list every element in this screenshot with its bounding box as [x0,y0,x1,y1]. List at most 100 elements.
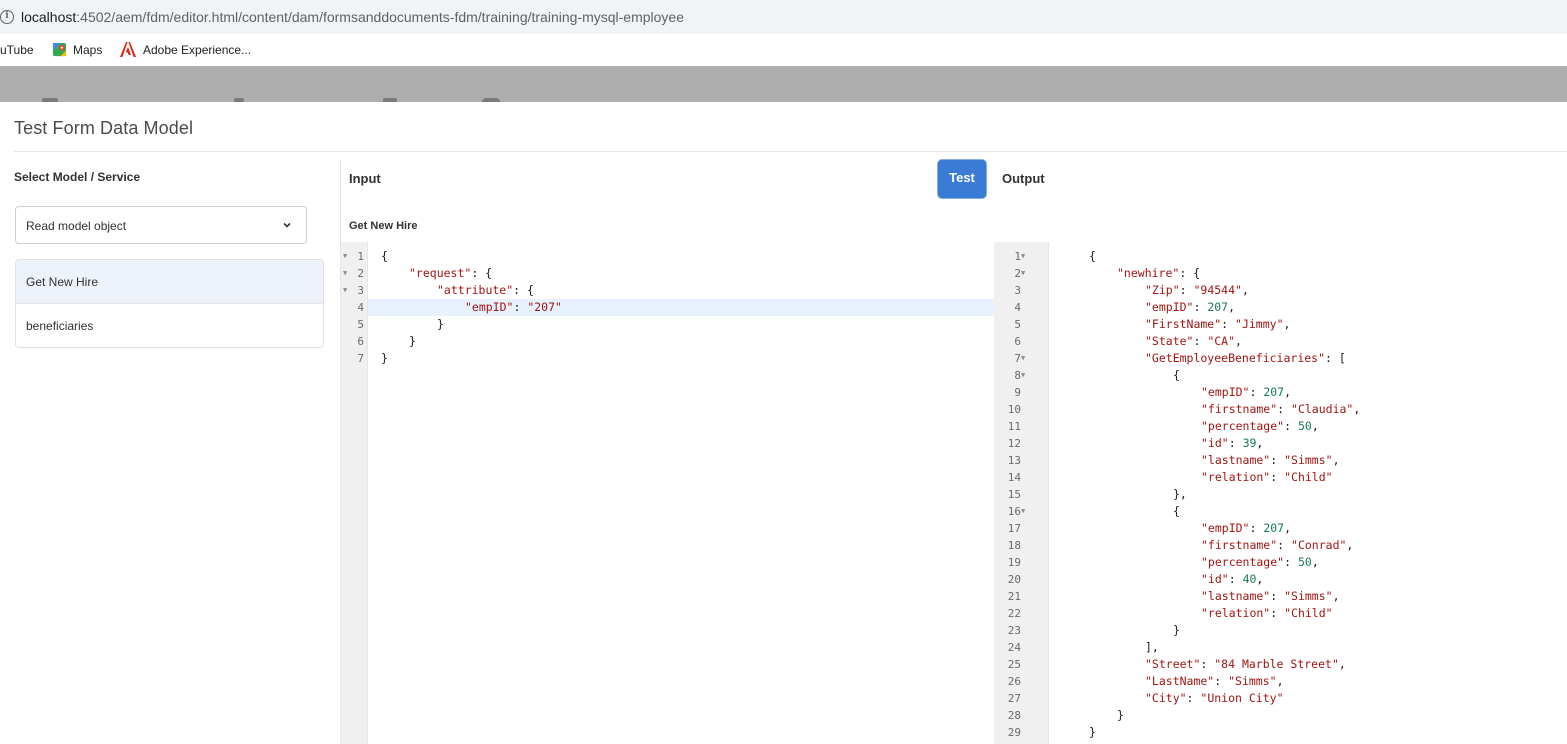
test-form-data-model-dialog: Test Form Data Model Select Model / Serv… [0,102,1567,744]
code-line: 6} [341,333,994,350]
json-string: "Child" [1284,470,1333,484]
select-value: Read model object [26,219,127,233]
code-line: 25 "Street": "84 Marble Street", [994,656,1567,673]
code-text: } [381,316,444,333]
line-number: 26 [1007,675,1021,688]
code-text: "id": 39, [1089,435,1263,452]
code-text: "firstname": "Claudia", [1089,401,1360,418]
line-number: 9 [1014,386,1021,399]
fold-arrow-icon[interactable]: ▼ [1021,503,1025,520]
adobe-icon [120,42,136,57]
json-key: "attribute" [437,283,514,297]
json-punctuation: , [1228,300,1236,314]
code-text: "empID": 207, [1089,384,1291,401]
code-line: 28} [994,707,1567,724]
json-punctuation: : [1179,283,1194,297]
code-line: ▼ 8 { [994,367,1567,384]
json-punctuation: { [1089,249,1096,263]
line-number: 27 [1007,692,1021,705]
json-string: "Conrad" [1291,538,1347,552]
bookmark-youtube[interactable]: uTube [0,41,34,59]
json-punctuation: : [1186,691,1201,705]
code-text: "percentage": 50, [1089,418,1319,435]
url-host: localhost [21,9,77,25]
code-line: 21 "lastname": "Simms", [994,588,1567,605]
code-line: 15}, [994,486,1567,503]
model-service-select[interactable]: Read model object [15,206,307,244]
json-key: "empID" [1201,385,1250,399]
fold-arrow-icon[interactable]: ▼ [1021,265,1025,282]
json-punctuation: : [1270,606,1285,620]
bookmark-adobe-experience[interactable]: Adobe Experience... [120,41,251,59]
json-punctuation: : { [1179,266,1201,280]
code-text: "request": { [381,265,492,282]
service-item-get-new-hire[interactable]: Get New Hire [16,260,323,304]
json-punctuation: : { [513,283,534,297]
json-punctuation: : [1284,419,1298,433]
code-text: "id": 40, [1089,571,1263,588]
json-punctuation: , [1353,402,1361,416]
json-punctuation: : [1214,674,1229,688]
address-bar[interactable]: i localhost:4502/aem/fdm/editor.html/con… [0,0,1567,34]
json-punctuation: : [513,300,528,314]
json-key: "FirstName" [1145,317,1222,331]
code-text: "empID": "207" [381,299,562,316]
json-punctuation: : [1270,470,1285,484]
code-line: 7} [341,350,994,367]
line-number: 6 [357,335,364,348]
line-number: 22 [1007,607,1021,620]
service-item-beneficiaries[interactable]: beneficiaries [16,304,323,347]
bookmark-maps[interactable]: Maps [52,41,102,59]
code-line: 23} [994,622,1567,639]
info-icon[interactable]: i [0,10,14,24]
code-line: 20 "id": 40, [994,571,1567,588]
fold-arrow-icon[interactable]: ▼ [1021,248,1025,265]
json-punctuation: , [1346,538,1354,552]
line-number: 5 [1014,318,1021,331]
json-key: "empID" [1145,300,1194,314]
json-key: "relation" [1201,606,1271,620]
code-line: 18 "firstname": "Conrad", [994,537,1567,554]
code-text: } [1089,622,1180,639]
fold-arrow-icon[interactable]: ▼ [1021,350,1025,367]
line-number: 2 [1014,267,1021,280]
line-number: 7 [1014,352,1021,365]
line-number: 4 [1014,301,1021,314]
json-string: "Child" [1284,606,1333,620]
test-button[interactable]: Test [937,159,987,199]
input-json-editor[interactable]: ▼ 1{▼ 2 "request": {▼ 3 "attribute": {4 "empID… [341,242,994,744]
line-number: 5 [357,318,364,331]
json-punctuation: , [1284,521,1292,535]
fold-arrow-icon[interactable]: ▼ [1021,367,1025,384]
code-line: 3 "Zip": "94544", [994,282,1567,299]
code-text: { [1089,503,1180,520]
line-number: 28 [1007,709,1021,722]
json-number: 50 [1297,419,1312,433]
json-punctuation: , [1311,555,1319,569]
code-text: "attribute": { [381,282,534,299]
json-punctuation: , [1332,589,1340,603]
json-string: "Claudia" [1291,402,1354,416]
json-key: "request" [409,266,472,280]
bookmark-label: uTube [0,43,34,57]
chevron-down-icon [283,222,291,228]
code-line: 11 "percentage": 50, [994,418,1567,435]
url-text[interactable]: localhost:4502/aem/fdm/editor.html/conte… [21,9,684,25]
bookmark-label: Maps [73,43,103,57]
line-number: 21 [1007,590,1021,603]
code-line: 12 "id": 39, [994,435,1567,452]
json-punctuation: : [1193,300,1208,314]
line-number: 3 [357,284,364,297]
line-number: 18 [1007,539,1021,552]
code-line: ▼ 1{ [341,248,994,265]
output-json-viewer[interactable]: ▼ 1{▼ 2 "newhire": {3 "Zip": "94544", 4 "empID… [994,242,1567,744]
line-number: 15 [1007,488,1021,501]
code-line: 22 "relation": "Child" [994,605,1567,622]
json-punctuation: : [1221,317,1236,331]
code-text: "Street": "84 Marble Street", [1089,656,1346,673]
json-punctuation: } [437,317,444,331]
code-line: 4 "empID": 207, [994,299,1567,316]
code-text: "State": "CA", [1089,333,1242,350]
line-number: 14 [1007,471,1021,484]
code-text: "relation": "Child" [1089,605,1333,622]
